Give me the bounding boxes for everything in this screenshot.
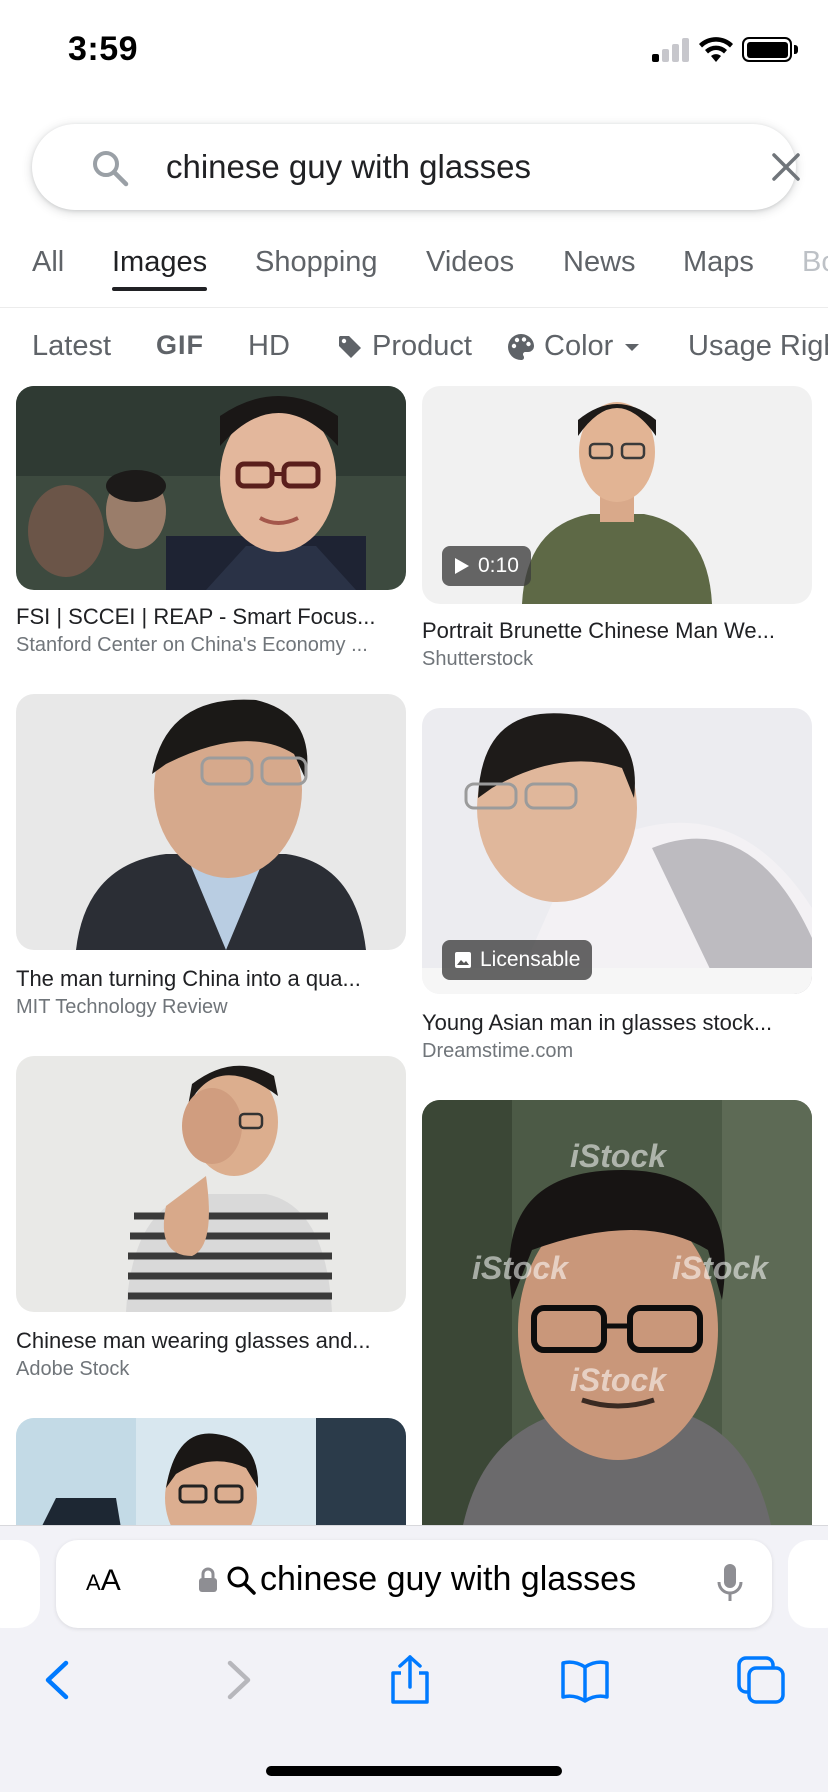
filter-latest[interactable]: Latest <box>32 330 111 363</box>
result-thumbnail[interactable] <box>16 1418 406 1525</box>
share-icon[interactable] <box>385 1655 435 1705</box>
filter-color[interactable]: Color <box>506 330 643 363</box>
video-duration: 0:10 <box>478 554 519 577</box>
image-result-3[interactable]: The man turning China into a qua... MIT … <box>16 694 406 1024</box>
microphone-icon[interactable] <box>716 1562 744 1604</box>
active-tab-indicator <box>112 287 207 291</box>
result-thumbnail[interactable] <box>16 694 406 950</box>
home-indicator[interactable] <box>266 1766 562 1776</box>
battery-cap <box>794 45 798 54</box>
filter-gif[interactable]: GIF <box>156 330 204 361</box>
chevron-down-icon <box>625 343 640 351</box>
licensable-badge: Licensable <box>442 940 593 980</box>
filter-usage-rights-label: Usage Righ <box>688 330 828 362</box>
image-result-2[interactable]: 0:10 Portrait Brunette Chinese Man We...… <box>422 386 812 680</box>
filter-usage-rights[interactable]: Usage Righ <box>688 330 828 363</box>
istock-watermark: iStock <box>570 1362 667 1398</box>
image-result-7[interactable] <box>16 1418 406 1525</box>
licensable-label: Licensable <box>480 948 581 971</box>
lock-icon <box>199 1567 217 1592</box>
clear-icon[interactable] <box>770 151 802 183</box>
photo-boy-glasses <box>16 386 406 590</box>
istock-watermark: iStock <box>570 1138 667 1174</box>
result-thumbnail[interactable] <box>16 386 406 590</box>
status-time: 3:59 <box>68 30 139 68</box>
result-thumbnail[interactable] <box>16 1056 406 1312</box>
next-tab-peek[interactable] <box>788 1540 828 1628</box>
result-source: Stanford Center on China's Economy ... <box>16 634 368 656</box>
filter-product-label: Product <box>372 330 472 362</box>
video-duration-badge: 0:10 <box>442 546 531 586</box>
result-title: Young Asian man in glasses stock... <box>422 1010 773 1035</box>
filter-hd[interactable]: HD <box>248 330 290 363</box>
filter-hd-label: HD <box>248 330 290 362</box>
tab-shopping[interactable]: Shopping <box>255 246 378 279</box>
photo-man-suit <box>16 694 406 950</box>
wifi-icon <box>699 37 733 62</box>
filter-latest-label: Latest <box>32 330 111 362</box>
page-settings-button[interactable]: AA <box>86 1564 121 1598</box>
result-title: Chinese man wearing glasses and... <box>16 1328 371 1353</box>
result-source: Dreamstime.com <box>422 1040 574 1062</box>
result-title: Portrait Brunette Chinese Man We... <box>422 618 775 643</box>
address-text[interactable]: chinese guy with glasses <box>260 1560 636 1599</box>
photo-man-office <box>16 1418 406 1525</box>
result-title: The man turning China into a qua... <box>16 966 361 991</box>
result-source: Adobe Stock <box>16 1358 130 1380</box>
search-tabs: All Images Shopping Videos News Maps Bo <box>0 244 828 308</box>
filter-gif-label: GIF <box>156 330 204 360</box>
tab-maps[interactable]: Maps <box>683 246 754 279</box>
status-bar: 3:59 <box>0 0 828 100</box>
istock-watermark: iStock <box>472 1250 569 1286</box>
photo-man-facepalm <box>16 1056 406 1312</box>
filter-product[interactable]: Product <box>336 330 472 363</box>
previous-tab-peek[interactable] <box>0 1540 40 1628</box>
search-icon <box>93 151 129 187</box>
tab-images[interactable]: Images <box>112 246 207 279</box>
result-source: MIT Technology Review <box>16 996 228 1018</box>
palette-icon <box>508 333 534 360</box>
filter-chips: Latest GIF HD Product Color Usage Righ <box>0 322 828 378</box>
tag-icon <box>339 335 361 358</box>
istock-watermark: iStock <box>672 1250 769 1286</box>
tab-videos[interactable]: Videos <box>426 246 514 279</box>
image-result-6[interactable]: iStock iStock iStock iStock <box>422 1100 812 1530</box>
tab-news[interactable]: News <box>563 246 636 279</box>
image-result-4[interactable]: Licensable Young Asian man in glasses st… <box>422 708 812 1064</box>
aa-small-letter: A <box>86 1570 101 1595</box>
image-result-5[interactable]: Chinese man wearing glasses and... Adobe… <box>16 1056 406 1386</box>
battery-icon <box>742 37 792 62</box>
result-source: Shutterstock <box>422 648 534 670</box>
search-box[interactable]: chinese guy with glasses <box>32 124 800 210</box>
bookmarks-icon[interactable] <box>560 1655 610 1705</box>
filter-color-label: Color <box>544 330 614 362</box>
image-icon <box>455 952 471 968</box>
search-icon <box>227 1566 256 1595</box>
tabs-icon[interactable] <box>736 1655 786 1705</box>
address-bar[interactable]: AA chinese guy with glasses <box>56 1540 772 1628</box>
image-result-1[interactable]: FSI | SCCEI | REAP - Smart Focus... Stan… <box>16 386 406 666</box>
back-icon[interactable] <box>34 1655 84 1705</box>
result-title: FSI | SCCEI | REAP - Smart Focus... <box>16 604 376 629</box>
tab-books[interactable]: Bo <box>802 246 828 279</box>
search-input[interactable]: chinese guy with glasses <box>166 146 531 188</box>
forward-icon[interactable] <box>212 1655 262 1705</box>
aa-large-letter: A <box>100 1564 121 1597</box>
tab-all[interactable]: All <box>32 246 64 279</box>
cellular-signal-icon <box>652 38 690 62</box>
play-icon <box>455 558 469 574</box>
